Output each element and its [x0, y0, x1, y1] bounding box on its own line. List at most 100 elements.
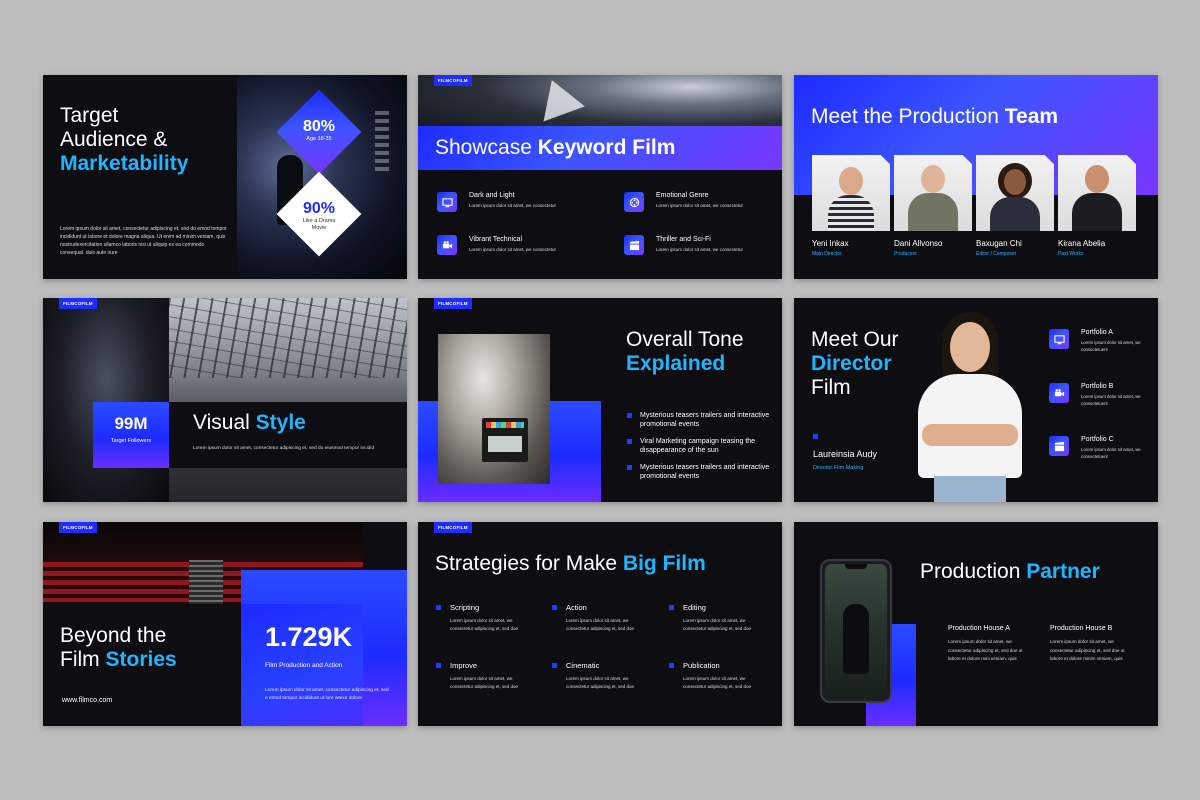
slide-beyond-stories[interactable]: FILMCOFILM Beyond the Film Stories www.f…: [43, 522, 407, 726]
keyword-item: Vibrant Technical Lorem ipsum dolor sit …: [469, 236, 589, 254]
title-highlight: Director: [811, 352, 892, 375]
item-title: Dark and Light: [469, 192, 515, 199]
stat-90-text: 90% Like a Drama Movie: [279, 200, 359, 232]
keyword-item: Thriller and Sci-Fi Lorem ipsum dolor si…: [656, 236, 776, 254]
phone-notch: [845, 564, 867, 569]
stat-value: 99M: [114, 414, 148, 433]
strategy-desc: Lorem ipsum dolor sit amet, we consectet…: [683, 676, 752, 689]
slide-production-team[interactable]: Meet the Production Team Yeni Inkax Main…: [794, 75, 1158, 279]
slide-production-partner[interactable]: Production Partner Production House A Lo…: [794, 522, 1158, 726]
avatar-face: [921, 165, 945, 193]
title-text: Film: [60, 648, 106, 671]
bullet-marker: [436, 663, 441, 668]
bullet-marker: [552, 663, 557, 668]
slide-showcase-keyword[interactable]: FILMCOFILM Showcase Keyword Film Dark an…: [418, 75, 782, 279]
avatar: [976, 155, 1054, 231]
member-name: Dani Allvonso: [894, 239, 943, 248]
monitor-icon: [1049, 329, 1069, 349]
website-link[interactable]: www.filmco.com: [62, 697, 112, 704]
stage-lights: [375, 111, 389, 171]
figure-silhouette: [843, 604, 869, 674]
slide7-title: Beyond the Film Stories: [60, 624, 177, 672]
strategy-item: Action Lorem ipsum dolor sit amet, we co…: [566, 603, 666, 633]
director-face: [950, 322, 990, 372]
slide3-title: Meet the Production Team: [811, 105, 1058, 129]
portfolio-title: Portfolio C: [1081, 436, 1114, 443]
item-title: Emotional Genre: [656, 192, 709, 199]
partner-item[interactable]: Production House A Lorem ipsum dolor sit…: [948, 625, 1032, 664]
slide7-body: Lorem ipsum dolor sit amet, consectetur …: [265, 688, 389, 701]
director-photo: [912, 308, 1028, 502]
member-role: Main Director: [812, 251, 842, 257]
member-name: Yeni Inkax: [812, 239, 849, 248]
avatar: [812, 155, 890, 231]
slide-target-audience[interactable]: Target Audience & Marketability Lorem ip…: [43, 75, 407, 279]
portfolio-title: Portfolio B: [1081, 383, 1114, 390]
slide9-title: Production Partner: [920, 560, 1100, 584]
portfolio-desc: Lorem ipsum dolor sit amet, we consectet…: [1081, 447, 1141, 459]
title-highlight: Marketability: [60, 152, 189, 175]
phone-screen-photo: [825, 564, 887, 698]
item-desc: Lorem ipsum dolor sit amet, we consectet…: [656, 247, 744, 252]
accent-square: [813, 434, 818, 439]
member-role: Past Works: [1058, 251, 1084, 257]
monitor-icon: [437, 192, 457, 212]
avatar-body: [828, 195, 874, 231]
film-reel-icon: [624, 192, 644, 212]
slide-director[interactable]: Meet Our Director Film Laureinsia Audy D…: [794, 298, 1158, 502]
strategy-item: Scripting Lorem ipsum dolor sit amet, we…: [450, 603, 550, 633]
strategy-title: Scripting: [450, 603, 480, 612]
strategy-title: Publication: [683, 661, 720, 670]
title-highlight: Stories: [105, 648, 177, 671]
title-line: Meet Our: [811, 328, 899, 351]
strategy-desc: Lorem ipsum dolor sit amet, we consectet…: [566, 618, 635, 631]
brand-tag: FILMCOFILM: [434, 522, 472, 533]
portfolio-item[interactable]: Portfolio A Lorem ipsum dolor sit amet, …: [1081, 329, 1153, 353]
portfolio-item[interactable]: Portfolio B Lorem ipsum dolor sit amet, …: [1081, 383, 1153, 407]
portfolio-item[interactable]: Portfolio C Lorem ipsum dolor sit amet, …: [1081, 436, 1153, 460]
slide1-title: Target Audience & Marketability: [60, 104, 188, 176]
stat-label: Target Followers: [110, 438, 152, 444]
member-name: Kirana Abelia: [1058, 239, 1106, 248]
strategy-title: Action: [566, 603, 587, 612]
portfolio-title: Portfolio A: [1081, 329, 1113, 336]
partner-title: Production House A: [948, 625, 1010, 632]
stat-label: Film Production and Action: [265, 662, 343, 669]
avatar: [1058, 155, 1136, 231]
team-member[interactable]: Yeni Inkax Main Director: [812, 155, 890, 257]
bullet-marker: [436, 605, 441, 610]
stat-value: 1.729K: [265, 622, 353, 652]
portfolio-desc: Lorem ipsum dolor sit amet, we consectet…: [1081, 340, 1141, 352]
strategy-item: Editing Lorem ipsum dolor sit amet, we c…: [683, 603, 778, 633]
item-desc: Lorem ipsum dolor sit amet, we consectet…: [656, 203, 744, 208]
slide-overall-tone[interactable]: FILMCOFILM Overall Tone Explained Myster…: [418, 298, 782, 502]
brand-tag: FILMCOFILM: [59, 298, 97, 309]
team-member[interactable]: Baxugan Chi Editor / Composer: [976, 155, 1054, 257]
director-jeans: [934, 476, 1006, 502]
partner-item[interactable]: Production House B Lorem ipsum dolor sit…: [1050, 625, 1134, 664]
strategy-desc: Lorem ipsum dolor sit amet, we consectet…: [566, 676, 635, 689]
bullet-marker: [627, 413, 632, 418]
clapperboard-icon: [1049, 436, 1069, 456]
keyword-item: Dark and Light Lorem ipsum dolor sit ame…: [469, 192, 589, 210]
team-member[interactable]: Dani Allvonso Producers: [894, 155, 972, 257]
strategy-item: Improve Lorem ipsum dolor sit amet, we c…: [450, 661, 550, 691]
brand-tag: FILMCOFILM: [434, 298, 472, 309]
strategy-item: Publication Lorem ipsum dolor sit amet, …: [683, 661, 778, 691]
team-member[interactable]: Kirana Abelia Past Works: [1058, 155, 1136, 257]
bullet-marker: [669, 663, 674, 668]
title-line: Audience &: [60, 128, 168, 151]
slide-visual-style[interactable]: FILMCOFILM 99M Target Followers Visual S…: [43, 298, 407, 502]
member-role: Editor / Composer: [976, 251, 1017, 257]
title-line: Beyond the: [60, 624, 167, 647]
avatar-body: [1072, 193, 1122, 231]
title-text: Showcase: [435, 136, 538, 159]
clapperboard-icon: [624, 235, 644, 255]
slide-strategies[interactable]: FILMCOFILM Strategies for Make Big Film …: [418, 522, 782, 726]
brand-tag: FILMCOFILM: [59, 522, 97, 533]
avatar-body: [908, 193, 958, 231]
title-text: Visual: [193, 411, 256, 434]
director-name: Laureinsia Audy: [813, 449, 878, 459]
stat-text: 99M Target Followers: [93, 414, 169, 444]
slate: [482, 418, 528, 462]
